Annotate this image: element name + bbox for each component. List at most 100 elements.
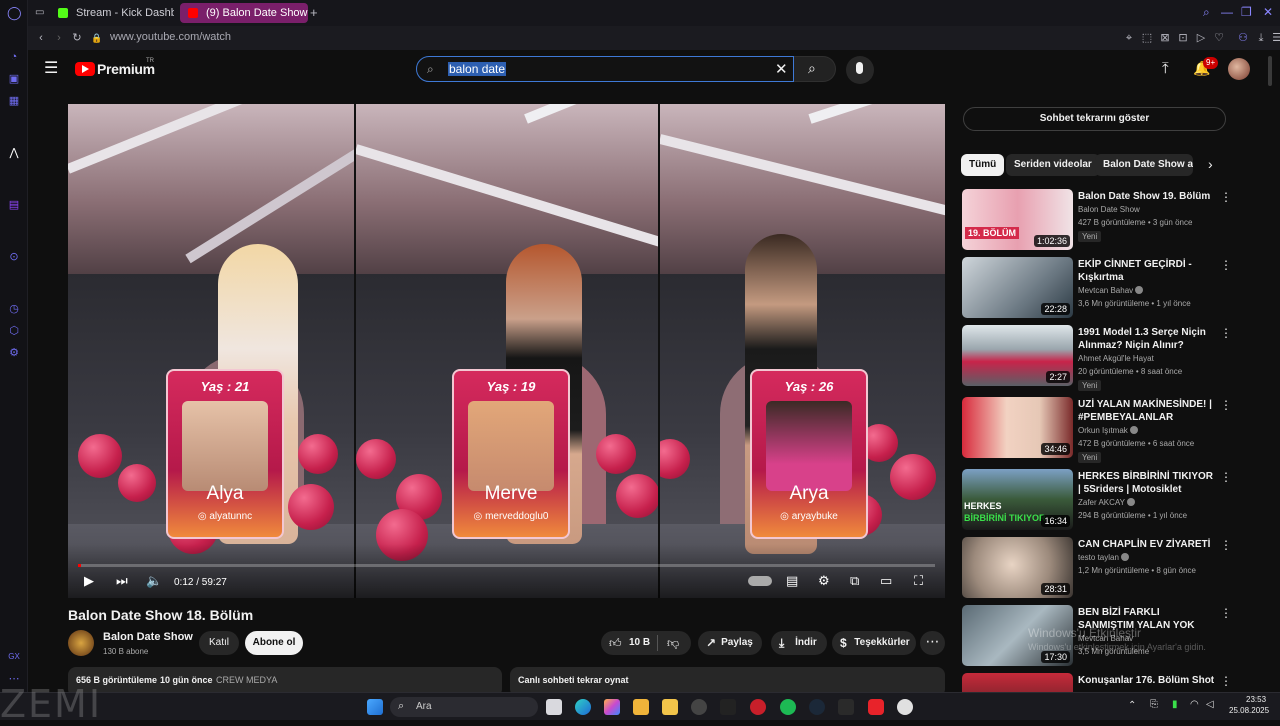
rec-title[interactable]: CAN CHAPLİN EV ZİYARETİ [1078,538,1218,551]
list-item[interactable]: 19. BÖLÜM 1:02:36 Balon Date Show 19. Bö… [962,189,1268,255]
list-item[interactable]: 2:27 1991 Model 1.3 Serçe Niçin Alınmaz?… [962,325,1268,391]
search-tabs-icon[interactable]: ⌕ [1203,5,1210,20]
player-icon[interactable]: ⊙ [7,250,21,264]
chevron-right-icon[interactable]: › [1208,156,1213,172]
task-view-icon[interactable] [546,699,562,715]
miniplayer-icon[interactable]: ⧉ [850,574,859,588]
play-button[interactable]: ▶ [84,574,94,588]
list-item[interactable]: 22:28 EKİP CİNNET GEÇİRDİ - Kışkırtma Me… [962,257,1268,323]
tab-kick[interactable]: Stream - Kick Dashboard [50,3,174,23]
clock-time[interactable]: 23:53 [1246,695,1266,704]
app-icon[interactable] [720,699,736,715]
thumbs-down-icon[interactable]: 👎︎ [667,631,679,655]
list-item[interactable]: 34:46 UZİ YALAN MAKİNESİNDE! | #PEMBEYAL… [962,397,1268,463]
pin-icon[interactable]: ⌖ [1122,31,1136,45]
rec-title[interactable]: Balon Date Show 19. Bölüm [1078,190,1218,203]
channel-avatar[interactable] [68,630,94,656]
more-options-icon[interactable]: ⋮ [1220,607,1232,619]
nvidia-icon[interactable]: ▮ [1172,699,1178,710]
show-chat-replay-button[interactable]: Sohbet tekrarını göster [963,107,1226,131]
theater-mode-icon[interactable]: ▭ [880,574,892,588]
taskbar-search[interactable]: ⌕ Ara [390,697,538,717]
more-options-icon[interactable]: ⋮ [1220,259,1232,271]
edge-icon[interactable] [575,699,591,715]
forward-icon[interactable]: › [52,31,66,45]
twitch-icon[interactable]: ▤ [7,198,21,212]
rec-channel[interactable]: testo taylan [1078,553,1129,562]
app-icon[interactable] [691,699,707,715]
easy-setup-icon[interactable]: ☰ [1270,31,1280,45]
progress-bar[interactable] [78,564,935,567]
upload-icon[interactable]: ⤒ [1162,60,1169,77]
rec-title[interactable]: EKİP CİNNET GEÇİRDİ - Kışkırtma [1078,258,1218,284]
search-input[interactable]: ⌕ balon date ✕ [416,56,794,82]
spotify-icon[interactable] [780,699,796,715]
rec-title[interactable]: 1991 Model 1.3 Serçe Niçin Alınmaz? Niçi… [1078,326,1218,352]
autoplay-toggle[interactable] [748,576,772,586]
fullscreen-icon[interactable]: ⛶ [914,574,923,588]
rec-channel[interactable]: Mevtcan Bahav [1078,286,1144,295]
maximize-button[interactable]: ❐ [1241,5,1252,19]
rec-title[interactable]: Konuşanlar 176. Bölüm Shot [1078,674,1218,687]
like-count[interactable]: 10 B [629,631,650,655]
thumbs-up-icon[interactable]: 👍︎ [609,631,622,655]
rec-channel[interactable]: Balon Date Show [1078,205,1140,214]
list-item[interactable]: 28:31 CAN CHAPLİN EV ZİYARETİ testo tayl… [962,537,1268,603]
more-options-icon[interactable]: ⋮ [1220,399,1232,411]
settings-icon[interactable]: ⚙ [818,574,830,588]
download-button[interactable]: ⤓ İndir [771,631,827,655]
minimize-button[interactable]: — [1221,5,1233,19]
wifi-icon[interactable]: ◠ [1190,699,1199,710]
channel-name[interactable]: Balon Date Show [103,631,193,643]
snapshot-icon[interactable]: ⬚ [1140,31,1154,45]
messenger-icon[interactable]: ▣ [7,72,21,86]
subtitles-icon[interactable]: ▤ [786,574,798,588]
more-actions-button[interactable]: ⋯ [920,631,945,655]
tab-menu-icon[interactable]: ▭ [35,7,47,19]
epic-games-icon[interactable] [838,699,854,715]
join-button[interactable]: Katıl [199,631,239,655]
more-options-icon[interactable]: ⋮ [1220,539,1232,551]
volume-icon[interactable]: ◁ [1206,699,1214,710]
thanks-button[interactable]: $ Teşekkürler [832,631,916,655]
play-icon[interactable]: ▷ [1194,31,1208,45]
history-icon[interactable]: ◷ [7,302,21,316]
file-explorer-icon[interactable] [662,699,678,715]
settings-icon[interactable]: ⚙ [7,346,21,360]
more-options-icon[interactable]: ⋮ [1220,191,1232,203]
list-item[interactable]: HERKES BİRBİRİNİ TIKIYOR 16:34 HERKES Bİ… [962,469,1268,535]
app-icon[interactable] [868,699,884,715]
media-icon[interactable]: ▦ [7,94,21,108]
more-options-icon[interactable]: ⋮ [1220,471,1232,483]
youtube-logo-icon[interactable] [75,62,95,76]
hamburger-menu-icon[interactable]: ☰ [44,60,58,78]
more-options-icon[interactable]: ⋮ [1220,327,1232,339]
rec-title[interactable]: HERKES BİRBİRİNİ TIKIYOR | 5Sriders | Mo… [1078,470,1218,496]
start-icon[interactable] [367,699,383,715]
downloads-icon[interactable]: ⤓ [1254,31,1268,45]
rec-channel[interactable]: Orkun Işıtmak [1078,426,1138,435]
vpn-icon[interactable]: ⋀ [7,146,21,160]
next-button[interactable]: ⏭ [116,574,128,588]
more-options-icon[interactable]: ⋮ [1220,675,1232,687]
list-item[interactable]: Konuşanlar 176. Bölüm Shot ⋮ [962,673,1268,692]
close-window-button[interactable]: ✕ [1263,5,1273,19]
rec-channel[interactable]: Zafer AKCAY [1078,498,1135,507]
search-query[interactable]: balon date [448,62,507,76]
chip-all[interactable]: Tümü [961,154,1005,176]
video-player[interactable]: Yaş : 21 Alya ◎ alyatunnc Yaş : 19 Merve… [68,104,945,598]
chip-channel[interactable]: Balon Date Show adlı [1095,154,1193,176]
ai-icon[interactable]: ◔ [7,50,21,64]
back-icon[interactable]: ‹ [34,31,48,45]
capture-icon[interactable]: ⊡ [1176,31,1190,45]
rockstar-icon[interactable] [633,699,649,715]
voice-search-button[interactable] [846,56,874,84]
rec-channel[interactable]: Ahmet Akgül'le Hayat [1078,354,1154,363]
clock-date[interactable]: 25.08.2025 [1229,706,1269,715]
volume-icon[interactable]: 🔈 [146,574,162,588]
reload-icon[interactable]: ↻ [70,31,84,45]
copilot-icon[interactable] [604,699,620,715]
clear-search-icon[interactable]: ✕ [775,60,788,78]
extensions-icon[interactable]: ⬡ [7,324,21,338]
steam-icon[interactable] [809,699,825,715]
